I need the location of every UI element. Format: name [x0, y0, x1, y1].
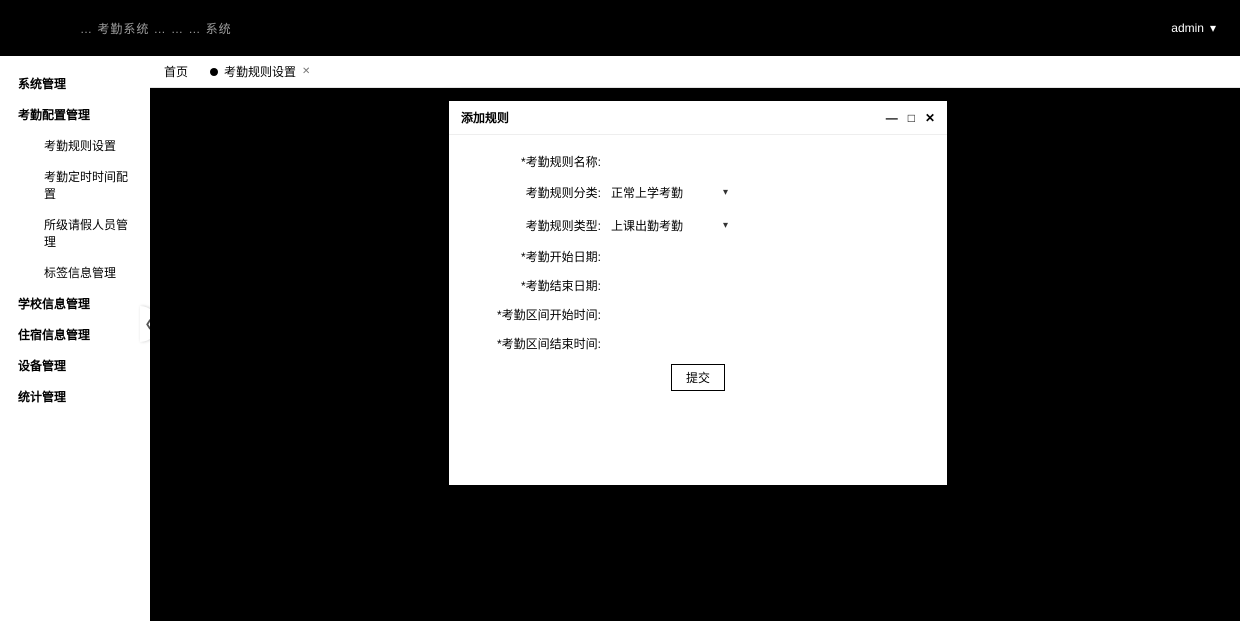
sidebar-item-school-info[interactable]: 学校信息管理 — [0, 288, 150, 319]
select-rule-category[interactable]: 正常上学考勤 ▾ — [607, 182, 732, 203]
maximize-icon[interactable]: □ — [908, 112, 915, 124]
label-rule-category: 考勤规则分类: — [477, 184, 607, 201]
sidebar-item-leave-mgmt[interactable]: 所级请假人员管理 — [0, 209, 150, 257]
sidebar-item-attendance-timer[interactable]: 考勤定时时间配置 — [0, 161, 150, 209]
sidebar-item-attendance-config[interactable]: 考勤配置管理 — [0, 99, 150, 130]
sidebar-item-dorm-info[interactable]: 住宿信息管理 — [0, 319, 150, 350]
tab-home[interactable]: 首页 — [164, 63, 188, 80]
label-start-date: *考勤开始日期: — [477, 248, 607, 265]
submit-button[interactable]: 提交 — [671, 364, 725, 391]
chevron-down-icon: ▾ — [1210, 21, 1216, 35]
user-label: admin — [1171, 21, 1204, 35]
modal-title: 添加规则 — [461, 109, 509, 126]
topbar: … 考勤系统 … … … 系统 admin ▾ — [0, 0, 1240, 56]
active-dot-icon — [210, 68, 218, 76]
sidebar: 系统管理 考勤配置管理 考勤规则设置 考勤定时时间配置 所级请假人员管理 标签信… — [0, 56, 150, 621]
label-end-date: *考勤结束日期: — [477, 277, 607, 294]
modal-body: *考勤规则名称: 考勤规则分类: 正常上学考勤 ▾ 考勤规 — [449, 135, 947, 401]
label-rule-name: *考勤规则名称: — [477, 153, 607, 170]
sidebar-item-tag-info[interactable]: 标签信息管理 — [0, 257, 150, 288]
select-rule-type[interactable]: 上课出勤考勤 ▾ — [607, 215, 732, 236]
row-end-date: *考勤结束日期: — [477, 277, 919, 294]
sidebar-item-system-mgmt[interactable]: 系统管理 — [0, 68, 150, 99]
main: 系统管理 考勤配置管理 考勤规则设置 考勤定时时间配置 所级请假人员管理 标签信… — [0, 56, 1240, 621]
select-rule-category-value: 正常上学考勤 — [611, 184, 683, 201]
row-rule-category: 考勤规则分类: 正常上学考勤 ▾ — [477, 182, 919, 203]
app-title: … 考勤系统 … … … 系统 — [80, 20, 232, 37]
chevron-down-icon: ▾ — [723, 220, 728, 231]
select-rule-type-value: 上课出勤考勤 — [611, 217, 683, 234]
close-icon[interactable]: ✕ — [925, 112, 935, 124]
label-rule-type: 考勤规则类型: — [477, 217, 607, 234]
modal-add-rule: 添加规则 — □ ✕ *考勤规则名称: 考勤规则分类: — [449, 101, 947, 485]
user-menu[interactable]: admin ▾ — [1171, 21, 1216, 35]
tab-active-label: 考勤规则设置 — [224, 63, 296, 80]
tabbar: 首页 考勤规则设置 ✕ — [150, 56, 1240, 88]
label-interval-end: *考勤区间结束时间: — [477, 335, 607, 352]
minimize-icon[interactable]: — — [886, 112, 898, 124]
modal-controls: — □ ✕ — [886, 112, 935, 124]
sidebar-item-stats-mgmt[interactable]: 统计管理 — [0, 381, 150, 412]
sidebar-item-attendance-rule[interactable]: 考勤规则设置 — [0, 130, 150, 161]
content: 首页 考勤规则设置 ✕ 添加规则 — □ ✕ — [150, 56, 1240, 621]
chevron-down-icon: ▾ — [723, 187, 728, 198]
row-interval-start: *考勤区间开始时间: — [477, 306, 919, 323]
row-start-date: *考勤开始日期: — [477, 248, 919, 265]
label-interval-start: *考勤区间开始时间: — [477, 306, 607, 323]
row-interval-end: *考勤区间结束时间: — [477, 335, 919, 352]
modal-header[interactable]: 添加规则 — □ ✕ — [449, 101, 947, 135]
row-rule-name: *考勤规则名称: — [477, 153, 919, 170]
tab-attendance-rule[interactable]: 考勤规则设置 ✕ — [210, 63, 310, 80]
close-tab-icon[interactable]: ✕ — [302, 66, 310, 77]
submit-row: 提交 — [477, 364, 919, 391]
workarea: 添加规则 — □ ✕ *考勤规则名称: 考勤规则分类: — [150, 88, 1240, 621]
tab-home-label: 首页 — [164, 63, 188, 80]
sidebar-item-device-mgmt[interactable]: 设备管理 — [0, 350, 150, 381]
row-rule-type: 考勤规则类型: 上课出勤考勤 ▾ — [477, 215, 919, 236]
